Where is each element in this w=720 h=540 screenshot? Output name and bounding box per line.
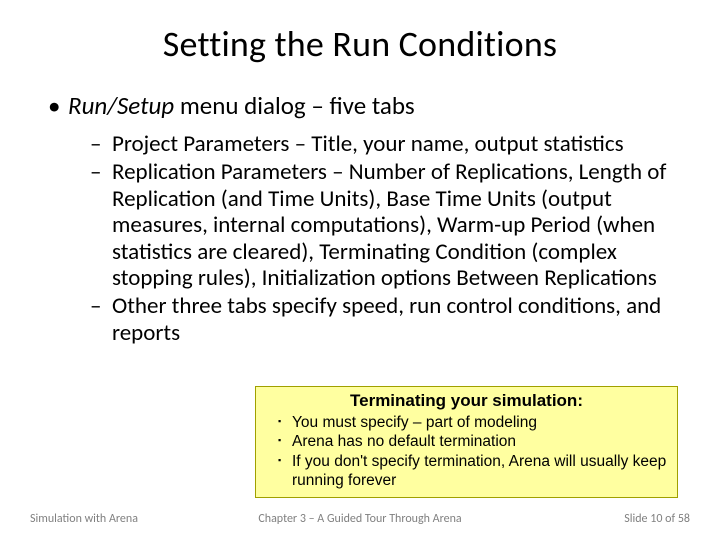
callout-item: If you don't specify termination, Arena … bbox=[278, 452, 669, 491]
footer-right: Slide 10 of 58 bbox=[624, 512, 690, 526]
sub-other-tabs: Other three tabs specify speed, run cont… bbox=[90, 293, 680, 346]
slide-title: Setting the Run Conditions bbox=[40, 22, 680, 66]
callout-list: You must specify – part of modeling Aren… bbox=[264, 413, 669, 491]
footer-left: Simulation with Arena bbox=[30, 512, 138, 526]
callout-item: You must specify – part of modeling bbox=[278, 413, 669, 432]
sub-replication-parameters: Replication Parameters – Number of Repli… bbox=[90, 159, 680, 291]
top-bullet-list: Run/Setup menu dialog – five tabs Projec… bbox=[40, 92, 680, 346]
footer-center: Chapter 3 – A Guided Tour Through Arena bbox=[258, 512, 461, 526]
sub-project-parameters: Project Parameters – Title, your name, o… bbox=[90, 131, 680, 157]
bullet-italic: Run/Setup bbox=[68, 90, 174, 121]
footer: Simulation with Arena Chapter 3 – A Guid… bbox=[0, 512, 720, 526]
slide: Setting the Run Conditions Run/Setup men… bbox=[0, 0, 720, 540]
sub-bullet-list: Project Parameters – Title, your name, o… bbox=[68, 131, 680, 347]
callout-title: Terminating your simulation: bbox=[264, 391, 669, 411]
callout-item: Arena has no default termination bbox=[278, 432, 669, 451]
bullet-rest: menu dialog – five tabs bbox=[174, 90, 414, 121]
bullet-run-setup: Run/Setup menu dialog – five tabs Projec… bbox=[48, 92, 680, 346]
callout-box: Terminating your simulation: You must sp… bbox=[255, 386, 678, 498]
